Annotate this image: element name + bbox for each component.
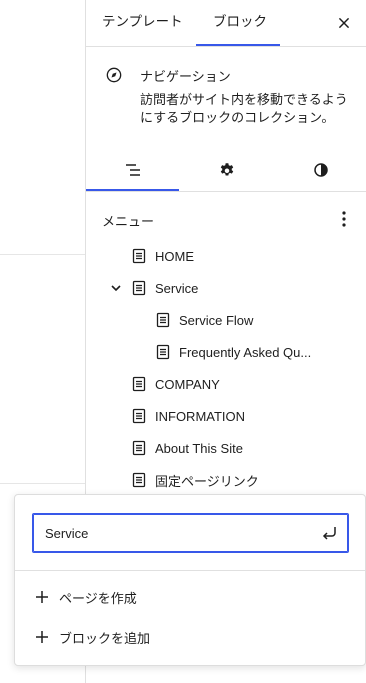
tab-settings[interactable] (180, 148, 273, 191)
list-item-label: About This Site (155, 440, 243, 456)
gear-icon (220, 162, 233, 176)
canvas-divider (0, 483, 85, 484)
enter-icon[interactable] (320, 524, 340, 542)
tab-template[interactable]: テンプレート (102, 0, 183, 46)
plus-icon (36, 631, 48, 643)
list-item[interactable]: INFORMATION (131, 404, 245, 428)
block-description: 訪問者がサイト内を移動できるようにするブロックのコレクション。 (140, 92, 348, 125)
popover-divider (15, 570, 365, 571)
link-control-popover: ページを作成 ブロックを追加 (14, 494, 366, 666)
plus-icon (36, 591, 48, 603)
tab-list-view[interactable] (86, 148, 179, 191)
list-item-label: HOME (155, 248, 194, 264)
tab-styles[interactable] (274, 148, 366, 191)
page-icon (132, 472, 146, 488)
active-subtab-indicator (86, 189, 179, 191)
more-options-icon[interactable] (342, 210, 346, 228)
sidebar-tabs: テンプレート ブロック (86, 0, 366, 47)
link-search-field[interactable] (32, 513, 349, 553)
tab-block[interactable]: ブロック (198, 0, 280, 46)
list-item-label: COMPANY (155, 376, 220, 392)
list-item[interactable]: Frequently Asked Qu... (155, 340, 311, 364)
list-item[interactable]: About This Site (131, 436, 243, 460)
list-item-label: Frequently Asked Qu... (179, 344, 312, 360)
list-item-label: 固定ページリンク (155, 473, 259, 489)
add-block-label: ブロックを追加 (59, 630, 151, 646)
list-item-label: INFORMATION (155, 408, 246, 424)
list-item[interactable]: COMPANY (131, 372, 220, 396)
block-title: ナビゲーション (140, 69, 231, 84)
create-page-label: ページを作成 (59, 590, 137, 606)
styles-icon (313, 162, 328, 177)
list-view-icon (125, 163, 140, 176)
page-icon (132, 408, 146, 424)
page-icon (132, 280, 146, 296)
active-tab-indicator (196, 44, 280, 46)
list-item-label: Service Flow (179, 312, 254, 328)
link-search-input[interactable] (43, 514, 317, 553)
compass-icon (106, 67, 122, 83)
list-item[interactable]: Service Flow (155, 308, 253, 332)
block-card: ナビゲーション 訪問者がサイト内を移動できるようにするブロックのコレクション。 (86, 47, 366, 147)
chevron-down-icon[interactable] (110, 282, 122, 294)
list-item-label: Service (155, 280, 199, 296)
page-icon (156, 312, 170, 328)
page-icon (132, 376, 146, 392)
close-icon[interactable] (333, 12, 355, 34)
menu-heading: メニュー (102, 214, 155, 229)
create-page-button[interactable]: ページを作成 (35, 585, 137, 609)
page-icon (156, 344, 170, 360)
list-item[interactable]: 固定ページリンク (131, 468, 259, 492)
block-inspector-tabs (86, 148, 366, 192)
page-icon (132, 440, 146, 456)
canvas-divider (0, 254, 85, 255)
page-icon (132, 248, 146, 264)
list-item[interactable]: HOME (131, 244, 194, 268)
list-item[interactable]: Service (131, 276, 198, 300)
add-block-button[interactable]: ブロックを追加 (35, 625, 150, 649)
